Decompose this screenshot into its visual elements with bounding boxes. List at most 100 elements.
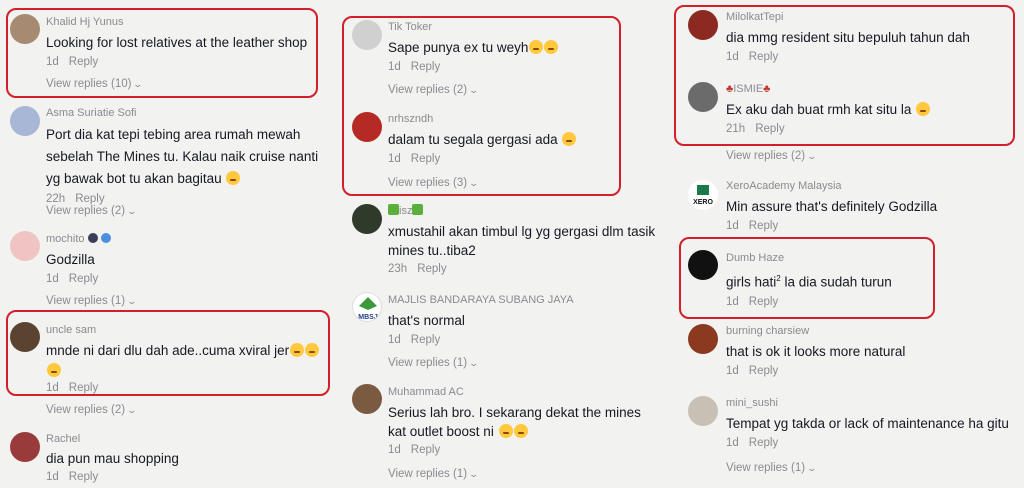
comment: mochito Godzilla 1d Reply [46, 233, 326, 286]
avatar[interactable] [10, 231, 40, 261]
reply-button[interactable]: Reply [69, 471, 98, 483]
comment-username[interactable]: MilolkatTepi [726, 11, 1006, 24]
reply-button[interactable]: Reply [749, 437, 778, 449]
view-replies-label: View replies (2) [46, 404, 126, 416]
comment-username[interactable]: MAJLIS BANDARAYA SUBANG JAYA [388, 294, 660, 307]
reply-button[interactable]: Reply [411, 153, 440, 165]
comment-text: that's normal [388, 313, 465, 328]
comment-username[interactable]: Muhammad AC [388, 386, 660, 399]
avatar[interactable] [688, 250, 718, 280]
view-replies-label: View replies (1) [726, 462, 806, 474]
comment-column-1: Khalid Hj Yunus Looking for lost relativ… [0, 0, 340, 488]
username-text: isz [399, 205, 413, 217]
comment-text: Port dia kat tepi tebing area rumah mewa… [46, 124, 326, 190]
rose-icon: ♣ [763, 83, 771, 95]
reply-button[interactable]: Reply [417, 263, 446, 275]
chevron-down-icon: ⌄ [468, 469, 480, 479]
chevron-down-icon: ⌄ [126, 206, 138, 216]
comment: burning charsiew that is ok it looks mor… [726, 325, 1006, 378]
avatar[interactable] [688, 10, 718, 40]
view-replies-button[interactable]: View replies (3)⌄ [388, 176, 479, 190]
comment-time: 1d [726, 365, 739, 377]
view-replies-button[interactable]: View replies (1)⌄ [388, 356, 480, 370]
reply-button[interactable]: Reply [755, 123, 784, 135]
laughing-emoji-icon [498, 424, 513, 438]
view-replies-button[interactable]: View replies (1)⌄ [388, 467, 480, 481]
comment-username[interactable]: XeroAcademy Malaysia [726, 180, 1006, 193]
avatar[interactable] [688, 82, 718, 112]
view-replies-label: View replies (2) [388, 84, 468, 96]
chevron-down-icon: ⌄ [126, 296, 138, 306]
comment-username[interactable]: mini_sushi [726, 397, 1022, 410]
default-avatar-image [352, 20, 382, 50]
view-replies-button[interactable]: View replies (10)⌄ [46, 77, 143, 91]
avatar[interactable] [688, 324, 718, 354]
comment-time: 1d [46, 382, 59, 394]
comment: isz xmustahil akan timbul lg yg gergasi … [388, 204, 660, 276]
view-replies-button[interactable]: View replies (2)⌄ [46, 204, 138, 218]
view-replies-button[interactable]: View replies (1)⌄ [46, 294, 138, 308]
comment-column-2: Tik Toker Sape punya ex tu weyh 1d Reply … [340, 0, 672, 488]
avatar[interactable] [352, 20, 382, 50]
reply-button[interactable]: Reply [69, 382, 98, 394]
chevron-down-icon: ⌄ [468, 358, 480, 368]
view-replies-button[interactable]: View replies (2)⌄ [726, 149, 817, 163]
comment-text: Serius lah bro. I sekarang dekat the min… [388, 403, 660, 441]
comment-time: 1d [388, 334, 401, 346]
avatar[interactable]: XERO [688, 180, 718, 210]
comment: Rachel dia pun mau shopping 1d Reply [46, 433, 326, 484]
comment-text: Looking for lost relatives at the leathe… [46, 35, 308, 50]
view-replies-button[interactable]: View replies (1)⌄ [726, 461, 817, 475]
comment-time: 1d [46, 471, 59, 483]
reply-button[interactable]: Reply [69, 56, 98, 68]
comment-username[interactable]: nrhszndh [388, 113, 658, 126]
avatar[interactable] [10, 322, 40, 352]
comment: Dumb Haze girls hati2 la dia sudah turun… [726, 252, 966, 309]
view-replies-label: View replies (2) [726, 150, 806, 162]
comment-username[interactable]: isz [388, 204, 660, 218]
comment-time: 1d [46, 273, 59, 285]
avatar[interactable] [352, 112, 382, 142]
reply-button[interactable]: Reply [749, 220, 778, 232]
view-replies-label: View replies (1) [388, 357, 468, 369]
reply-button[interactable]: Reply [411, 334, 440, 346]
user-avatar-image [688, 250, 718, 280]
avatar[interactable] [352, 384, 382, 414]
avatar[interactable]: MBSJ [352, 292, 382, 322]
user-avatar-image [688, 10, 718, 40]
reply-button[interactable]: Reply [749, 365, 778, 377]
comment-text: Tempat yg takda or lack of maintenance h… [726, 416, 1009, 431]
comment-username[interactable]: burning charsiew [726, 325, 1006, 338]
avatar[interactable] [10, 432, 40, 462]
comment-username[interactable]: mochito [46, 233, 326, 246]
reply-button[interactable]: Reply [411, 61, 440, 73]
comment-text-content: Sape punya ex tu weyh [388, 40, 529, 55]
reply-button[interactable]: Reply [411, 444, 440, 456]
comment-time: 1d [388, 61, 401, 73]
view-replies-label: View replies (2) [46, 205, 126, 217]
view-replies-label: View replies (1) [46, 295, 126, 307]
reply-button[interactable]: Reply [749, 296, 778, 308]
comment-username[interactable]: Khalid Hj Yunus [46, 16, 326, 29]
reply-button[interactable]: Reply [69, 273, 98, 285]
beginner-badge-icon [388, 204, 399, 215]
view-replies-button[interactable]: View replies (2)⌄ [46, 403, 137, 417]
comment-time: 23h [388, 263, 408, 275]
reply-button[interactable]: Reply [749, 51, 778, 63]
view-replies-label: View replies (3) [388, 177, 468, 189]
comment-username[interactable]: ♣ISMIE♣ [726, 83, 1006, 96]
comment-text: Godzilla [46, 252, 95, 267]
view-replies-button[interactable]: View replies (2)⌄ [388, 83, 479, 97]
avatar[interactable] [10, 106, 40, 136]
comment-username[interactable]: uncle sam [46, 324, 326, 337]
comment-username[interactable]: Tik Toker [388, 21, 658, 34]
avatar[interactable] [352, 204, 382, 234]
grinning-emoji-icon [226, 171, 241, 185]
comment-username[interactable]: Rachel [46, 433, 326, 446]
comment-text: dalam tu segala gergasi ada [388, 130, 658, 150]
avatar[interactable] [688, 396, 718, 426]
avatar[interactable] [10, 14, 40, 44]
comment-username[interactable]: Asma Suriatie Sofi [46, 107, 326, 120]
comment-username[interactable]: Dumb Haze [726, 252, 966, 265]
comment-text: that is ok it looks more natural [726, 344, 906, 359]
